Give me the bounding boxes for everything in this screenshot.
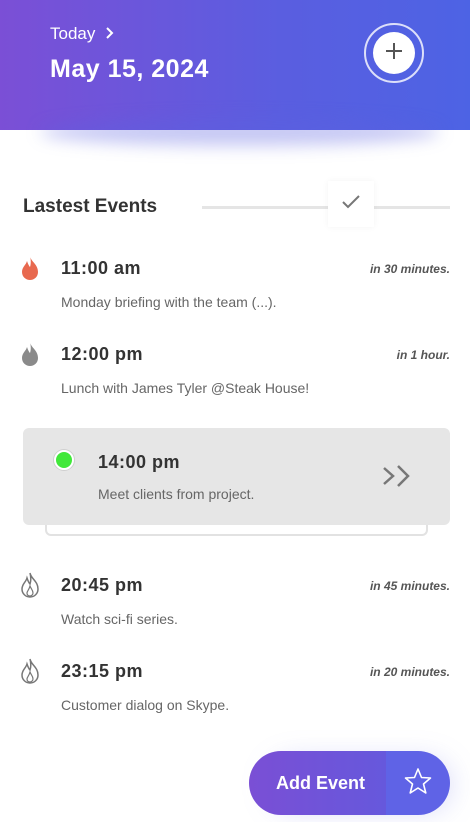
event-description: Monday briefing with the team (...). xyxy=(61,294,277,310)
add-event-fab: Add Event xyxy=(249,751,450,815)
event-time: 12:00 pm xyxy=(61,344,144,364)
add-button[interactable] xyxy=(364,23,424,83)
status-dot-green xyxy=(54,450,74,470)
event-time: 11:00 am xyxy=(61,258,142,278)
event-relative-time: in 20 minutes. xyxy=(369,665,450,679)
check-icon xyxy=(342,194,360,214)
date-title: May 15, 2024 xyxy=(50,55,209,83)
add-event-button[interactable]: Add Event xyxy=(249,751,386,815)
today-label: Today xyxy=(50,24,96,43)
event-relative-time: in 45 minutes. xyxy=(369,579,450,593)
today-link[interactable]: Today xyxy=(50,24,115,44)
event-relative-time: in 30 minutes. xyxy=(369,262,450,276)
star-icon xyxy=(404,767,432,800)
event-time: 14:00 pm xyxy=(98,452,181,472)
event-description: Watch sci-fi series. xyxy=(61,611,178,627)
double-chevron-right-icon[interactable] xyxy=(381,464,415,493)
event-description: Lunch with James Tyler @Steak House! xyxy=(61,380,310,396)
section-title: Lastest Events xyxy=(23,196,158,217)
divider-line xyxy=(374,206,450,209)
flame-outline-icon xyxy=(20,572,40,603)
flame-red-icon xyxy=(20,255,40,286)
mark-done-button[interactable] xyxy=(328,181,374,227)
event-time: 23:15 pm xyxy=(61,661,144,681)
flame-gray-icon xyxy=(20,341,40,372)
event-time: 20:45 pm xyxy=(61,575,144,595)
event-relative-time: in 1 hour. xyxy=(396,348,450,362)
header: Today May 15, 2024 xyxy=(0,0,470,130)
event-description: Meet clients from project. xyxy=(98,486,255,502)
flame-outline-icon xyxy=(20,658,40,689)
plus-icon xyxy=(385,42,403,65)
favorite-button[interactable] xyxy=(386,751,450,815)
chevron-right-icon xyxy=(105,24,115,44)
divider-line xyxy=(202,206,328,209)
event-description: Customer dialog on Skype. xyxy=(61,697,230,713)
header-shadow xyxy=(40,118,440,146)
active-event-card[interactable]: 14:00 pm Meet clients from project. xyxy=(23,428,450,525)
